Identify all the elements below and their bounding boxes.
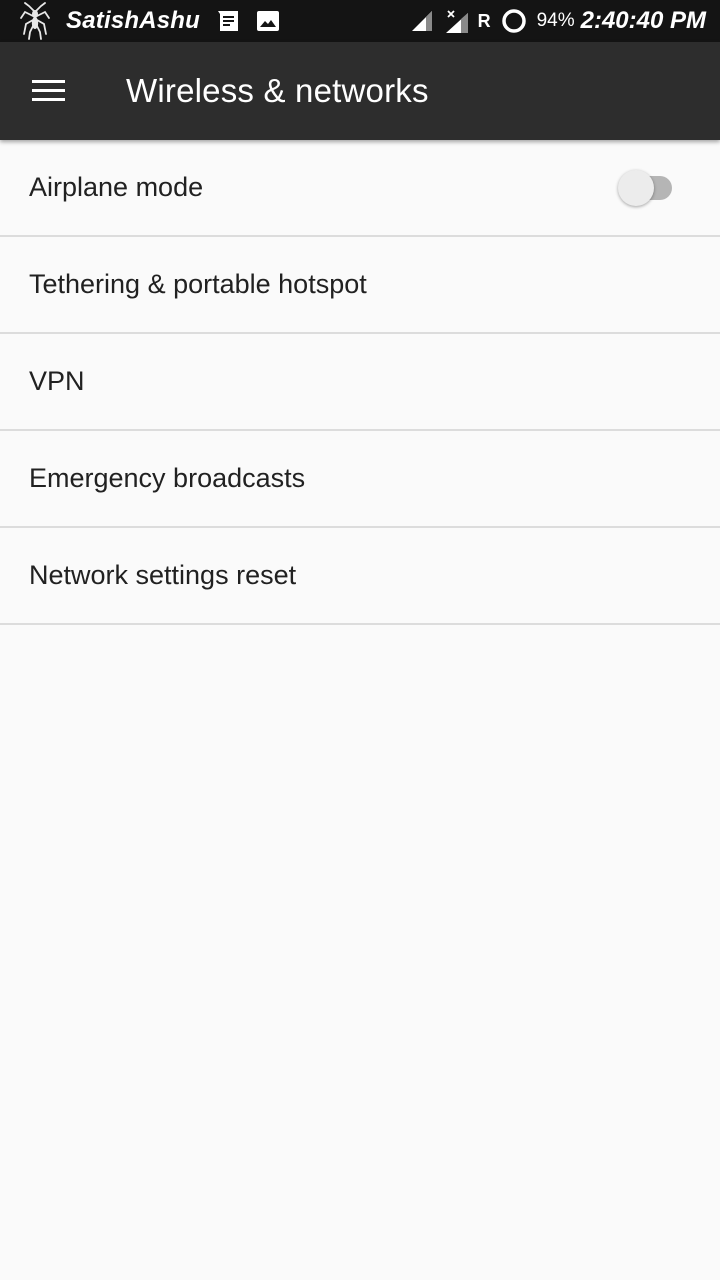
- message-icon: [216, 9, 240, 33]
- setting-tethering-hotspot[interactable]: Tethering & portable hotspot: [0, 237, 720, 334]
- setting-vpn[interactable]: VPN: [0, 334, 720, 431]
- image-icon: [256, 9, 280, 33]
- clock: 2:40:40 PM: [580, 7, 706, 34]
- settings-list: Airplane mode Tethering & portable hotsp…: [0, 140, 720, 625]
- setting-airplane-mode[interactable]: Airplane mode: [0, 140, 720, 237]
- spider-logo-icon: [18, 1, 52, 41]
- battery-icon: [501, 8, 527, 34]
- status-bar-left: SatishAshu: [0, 1, 296, 41]
- menu-button[interactable]: [0, 42, 98, 140]
- status-bar-right: R 94% 2:40:40 PM: [410, 7, 720, 35]
- setting-label: Tethering & portable hotspot: [29, 269, 367, 299]
- setting-label: Airplane mode: [29, 172, 204, 202]
- toggle-thumb: [618, 169, 654, 206]
- roaming-indicator: R: [477, 10, 491, 31]
- signal-icon: [410, 9, 434, 33]
- page-title: Wireless & networks: [126, 72, 429, 109]
- hamburger-menu-icon: [32, 79, 66, 103]
- setting-label: Emergency broadcasts: [29, 463, 306, 493]
- signal-no-data-icon: [444, 9, 468, 33]
- setting-network-reset[interactable]: Network settings reset: [0, 528, 720, 625]
- airplane-mode-toggle[interactable]: [618, 168, 674, 208]
- setting-label: Network settings reset: [29, 560, 297, 590]
- toolbar: Wireless & networks: [0, 42, 720, 140]
- battery-percent: 94%: [536, 10, 575, 31]
- setting-emergency-broadcasts[interactable]: Emergency broadcasts: [0, 431, 720, 528]
- setting-label: VPN: [29, 366, 85, 396]
- status-bar: SatishAshu R 94% 2:40:40 PM: [0, 0, 720, 42]
- carrier-name: SatishAshu: [66, 7, 201, 34]
